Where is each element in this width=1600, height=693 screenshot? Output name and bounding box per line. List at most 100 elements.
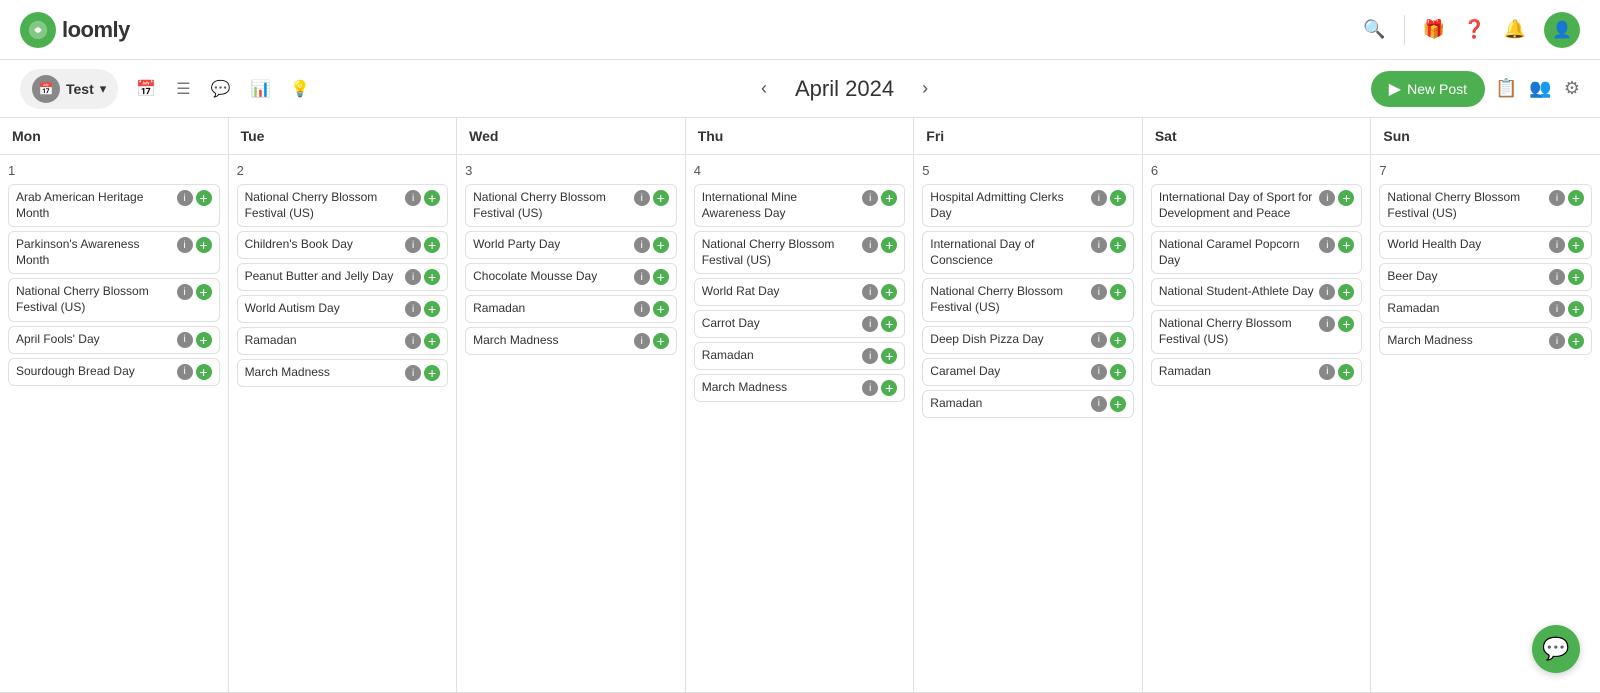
add-event-icon[interactable]: + xyxy=(196,284,212,300)
info-icon[interactable]: i xyxy=(405,237,421,253)
new-post-button[interactable]: ▶ New Post xyxy=(1371,71,1485,107)
event-item[interactable]: World Health Dayi+ xyxy=(1379,231,1592,259)
gift-icon[interactable]: 🎁 xyxy=(1423,19,1445,40)
info-icon[interactable]: i xyxy=(1549,190,1565,206)
event-item[interactable]: Children's Book Dayi+ xyxy=(237,231,449,259)
event-item[interactable]: Peanut Butter and Jelly Dayi+ xyxy=(237,263,449,291)
info-icon[interactable]: i xyxy=(1319,316,1335,332)
info-icon[interactable]: i xyxy=(862,284,878,300)
event-item[interactable]: World Autism Dayi+ xyxy=(237,295,449,323)
info-icon[interactable]: i xyxy=(177,284,193,300)
event-item[interactable]: Ramadani+ xyxy=(694,342,906,370)
info-icon[interactable]: i xyxy=(862,316,878,332)
notes-icon[interactable]: 📋 xyxy=(1495,78,1517,99)
add-event-icon[interactable]: + xyxy=(881,190,897,206)
view-chat-icon[interactable]: 💬 xyxy=(203,73,239,105)
add-event-icon[interactable]: + xyxy=(653,190,669,206)
add-event-icon[interactable]: + xyxy=(424,301,440,317)
add-event-icon[interactable]: + xyxy=(881,316,897,332)
event-item[interactable]: March Madnessi+ xyxy=(237,359,449,387)
chat-support-button[interactable]: 💬 xyxy=(1532,625,1580,673)
event-item[interactable]: Chocolate Mousse Dayi+ xyxy=(465,263,677,291)
add-event-icon[interactable]: + xyxy=(881,380,897,396)
view-chart-icon[interactable]: 📊 xyxy=(242,73,278,105)
info-icon[interactable]: i xyxy=(1549,269,1565,285)
prev-month-button[interactable]: ‹ xyxy=(753,74,775,103)
event-item[interactable]: Caramel Dayi+ xyxy=(922,358,1134,386)
info-icon[interactable]: i xyxy=(405,333,421,349)
add-event-icon[interactable]: + xyxy=(653,269,669,285)
add-event-icon[interactable]: + xyxy=(653,301,669,317)
add-event-icon[interactable]: + xyxy=(1338,190,1354,206)
add-event-icon[interactable]: + xyxy=(424,333,440,349)
event-item[interactable]: National Cherry Blossom Festival (US)i+ xyxy=(1379,184,1592,227)
add-event-icon[interactable]: + xyxy=(424,365,440,381)
info-icon[interactable]: i xyxy=(1319,364,1335,380)
add-event-icon[interactable]: + xyxy=(1110,364,1126,380)
info-icon[interactable]: i xyxy=(405,269,421,285)
add-event-icon[interactable]: + xyxy=(1568,301,1584,317)
add-event-icon[interactable]: + xyxy=(1568,190,1584,206)
add-event-icon[interactable]: + xyxy=(196,364,212,380)
search-icon[interactable]: 🔍 xyxy=(1363,19,1385,40)
event-item[interactable]: Ramadani+ xyxy=(237,327,449,355)
add-event-icon[interactable]: + xyxy=(196,190,212,206)
info-icon[interactable]: i xyxy=(177,237,193,253)
info-icon[interactable]: i xyxy=(177,364,193,380)
add-event-icon[interactable]: + xyxy=(881,284,897,300)
add-event-icon[interactable]: + xyxy=(1338,237,1354,253)
event-item[interactable]: Ramadani+ xyxy=(1379,295,1592,323)
add-event-icon[interactable]: + xyxy=(1338,316,1354,332)
info-icon[interactable]: i xyxy=(634,333,650,349)
info-icon[interactable]: i xyxy=(1091,332,1107,348)
add-event-icon[interactable]: + xyxy=(196,237,212,253)
add-event-icon[interactable]: + xyxy=(196,332,212,348)
add-event-icon[interactable]: + xyxy=(1110,237,1126,253)
event-item[interactable]: Ramadani+ xyxy=(465,295,677,323)
info-icon[interactable]: i xyxy=(1091,364,1107,380)
user-avatar[interactable]: 👤 xyxy=(1544,12,1580,48)
event-item[interactable]: National Cherry Blossom Festival (US)i+ xyxy=(694,231,906,274)
add-event-icon[interactable]: + xyxy=(1110,396,1126,412)
event-item[interactable]: March Madnessi+ xyxy=(465,327,677,355)
add-event-icon[interactable]: + xyxy=(424,190,440,206)
event-item[interactable]: Arab American Heritage Monthi+ xyxy=(8,184,220,227)
event-item[interactable]: Hospital Admitting Clerks Dayi+ xyxy=(922,184,1134,227)
info-icon[interactable]: i xyxy=(1319,237,1335,253)
add-event-icon[interactable]: + xyxy=(653,237,669,253)
event-item[interactable]: World Party Dayi+ xyxy=(465,231,677,259)
view-calendar-icon[interactable]: 📅 xyxy=(128,73,164,105)
event-item[interactable]: Ramadani+ xyxy=(922,390,1134,418)
info-icon[interactable]: i xyxy=(862,237,878,253)
add-event-icon[interactable]: + xyxy=(1568,333,1584,349)
event-item[interactable]: National Cherry Blossom Festival (US)i+ xyxy=(237,184,449,227)
info-icon[interactable]: i xyxy=(177,332,193,348)
event-item[interactable]: World Rat Dayi+ xyxy=(694,278,906,306)
info-icon[interactable]: i xyxy=(634,301,650,317)
event-item[interactable]: National Caramel Popcorn Dayi+ xyxy=(1151,231,1363,274)
help-icon[interactable]: ❓ xyxy=(1463,19,1485,40)
info-icon[interactable]: i xyxy=(1091,237,1107,253)
info-icon[interactable]: i xyxy=(1319,190,1335,206)
event-item[interactable]: March Madnessi+ xyxy=(694,374,906,402)
info-icon[interactable]: i xyxy=(1091,396,1107,412)
info-icon[interactable]: i xyxy=(405,190,421,206)
info-icon[interactable]: i xyxy=(862,380,878,396)
info-icon[interactable]: i xyxy=(634,269,650,285)
info-icon[interactable]: i xyxy=(405,365,421,381)
add-event-icon[interactable]: + xyxy=(881,237,897,253)
add-event-icon[interactable]: + xyxy=(1338,364,1354,380)
add-event-icon[interactable]: + xyxy=(1110,190,1126,206)
info-icon[interactable]: i xyxy=(1549,301,1565,317)
event-item[interactable]: Carrot Dayi+ xyxy=(694,310,906,338)
info-icon[interactable]: i xyxy=(405,301,421,317)
add-event-icon[interactable]: + xyxy=(653,333,669,349)
event-item[interactable]: International Mine Awareness Dayi+ xyxy=(694,184,906,227)
add-event-icon[interactable]: + xyxy=(424,269,440,285)
bell-icon[interactable]: 🔔 xyxy=(1504,19,1526,40)
event-item[interactable]: National Cherry Blossom Festival (US)i+ xyxy=(1151,310,1363,353)
event-item[interactable]: National Cherry Blossom Festival (US)i+ xyxy=(922,278,1134,321)
info-icon[interactable]: i xyxy=(1549,237,1565,253)
add-event-icon[interactable]: + xyxy=(1568,269,1584,285)
info-icon[interactable]: i xyxy=(177,190,193,206)
